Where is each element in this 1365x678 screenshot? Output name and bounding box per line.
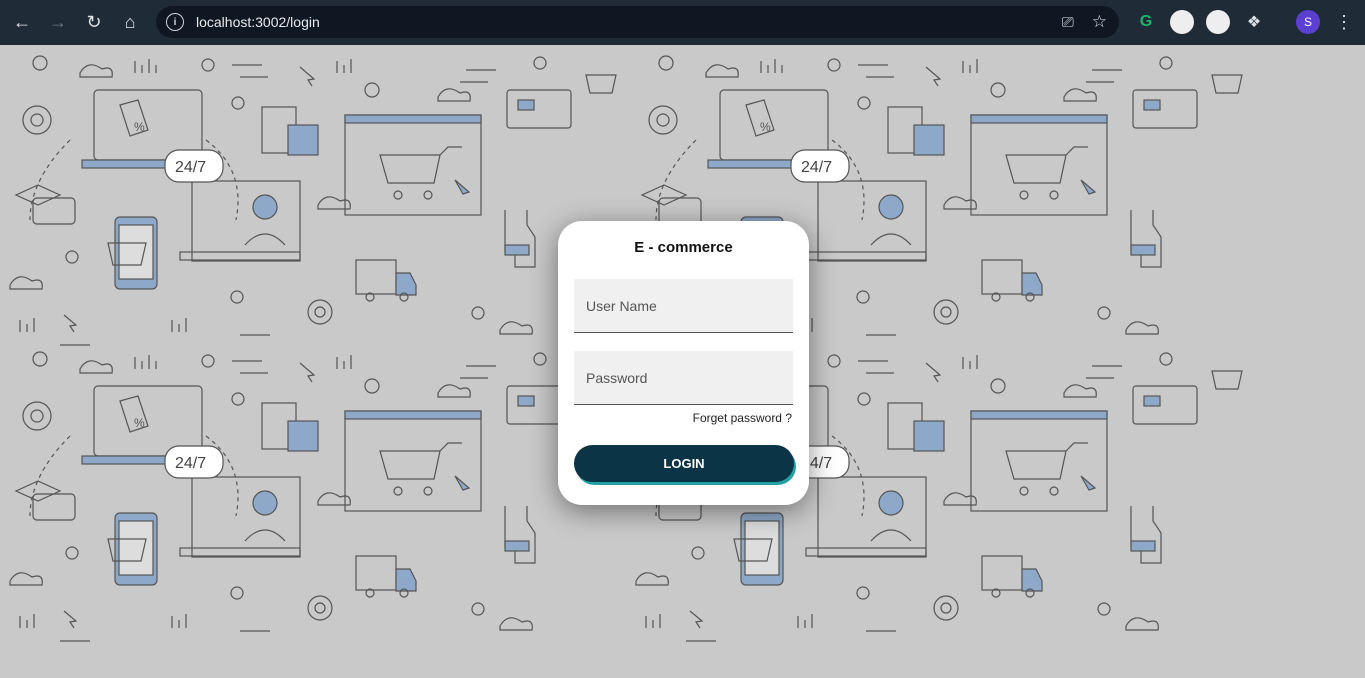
extensions-puzzle-icon[interactable]: ❖ <box>1242 10 1266 34</box>
forgot-password-link[interactable]: Forget password ? <box>693 411 792 425</box>
install-app-icon[interactable]: ⎚ <box>1062 14 1074 31</box>
bookmark-star-icon[interactable]: ☆ <box>1092 12 1107 32</box>
browser-toolbar: ← → ↻ ⌂ i localhost:3002/login ⎚ ☆ G ❖ S… <box>0 0 1365 45</box>
username-input[interactable] <box>574 279 793 332</box>
app-title: E - commerce <box>634 239 733 256</box>
url-text[interactable]: localhost:3002/login <box>196 14 320 30</box>
login-button[interactable]: LOGIN <box>574 445 794 482</box>
menu-icon[interactable]: ⋮ <box>1332 10 1356 34</box>
back-icon[interactable]: ← <box>4 4 40 40</box>
page-viewport: % 24/7 <box>0 45 1365 678</box>
password-input[interactable] <box>574 351 793 404</box>
extension-icon[interactable] <box>1206 10 1230 34</box>
grammarly-extension-icon[interactable]: G <box>1134 10 1158 34</box>
password-field[interactable] <box>574 351 793 405</box>
username-field[interactable] <box>574 279 793 333</box>
profile-avatar[interactable]: S <box>1296 10 1320 34</box>
login-card: E - commerce Forget password ? LOGIN <box>558 221 809 505</box>
extension-icon[interactable] <box>1170 10 1194 34</box>
forward-icon[interactable]: → <box>40 4 76 40</box>
site-info-icon[interactable]: i <box>166 13 184 31</box>
home-icon[interactable]: ⌂ <box>112 4 148 40</box>
address-bar[interactable]: i localhost:3002/login ⎚ ☆ <box>156 6 1119 38</box>
reload-icon[interactable]: ↻ <box>76 4 112 40</box>
